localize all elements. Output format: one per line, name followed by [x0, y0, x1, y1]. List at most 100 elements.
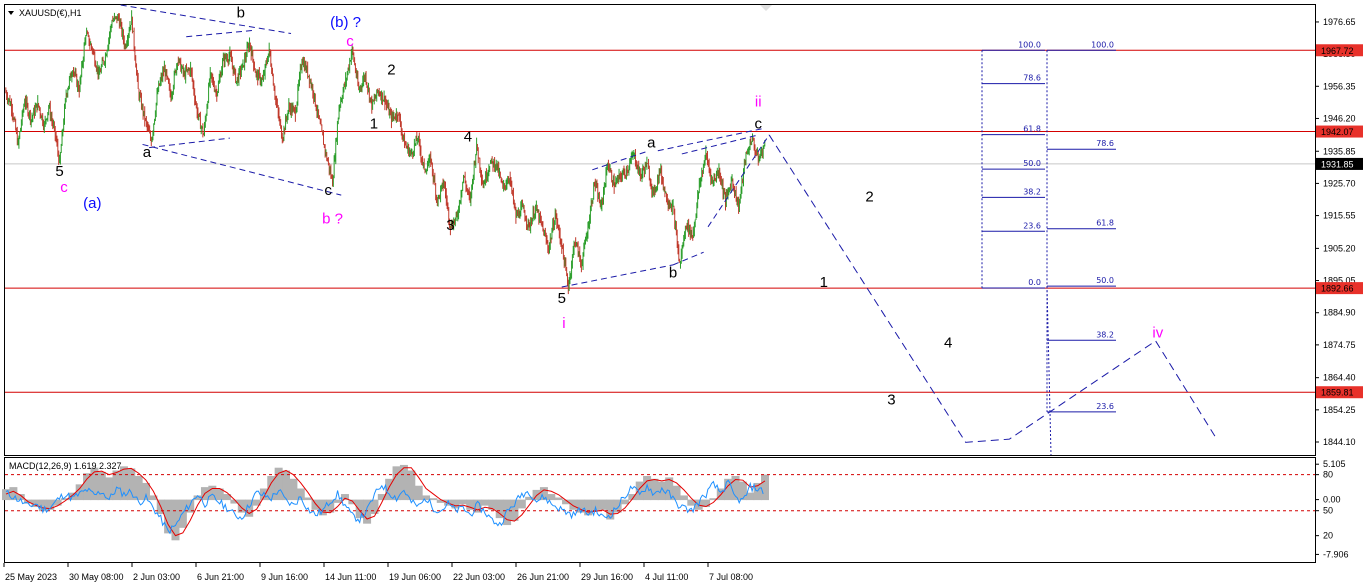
trend-line[interactable]	[142, 143, 342, 196]
macd-histogram-bar	[635, 481, 644, 501]
fib-level-label: 23.6	[1096, 402, 1114, 411]
wave-label: b ?	[322, 211, 343, 228]
wave-label: ii	[755, 93, 762, 110]
macd-histogram-bar	[554, 497, 563, 501]
projection-path[interactable]	[768, 134, 1218, 443]
macd-histogram-bar	[296, 488, 305, 501]
macd-histogram-bar	[569, 499, 578, 510]
chart-canvas: 100.0 78.6 61.8 50.0 38.2 23.6 0.0 100.0 78.6 61…	[2, 4, 1363, 582]
macd-histogram-bar	[429, 498, 438, 501]
trend-line[interactable]	[592, 150, 650, 171]
macd-y-tick-label: 0.00	[1323, 495, 1341, 505]
wave-projection-line[interactable]	[768, 134, 1218, 443]
macd-histogram-bar	[414, 485, 423, 501]
level-price-tag-label: 1942.07	[1321, 127, 1354, 137]
macd-axis[interactable]: 5.10580 0.0050 20 -7.906	[1315, 459, 1349, 559]
x-tick-label: 29 Jun 16:00	[581, 572, 633, 582]
x-tick-label: 26 Jun 21:00	[517, 572, 569, 582]
y-tick-label: 1956.35	[1323, 81, 1356, 91]
level-price-tag-label: 1859.81	[1321, 388, 1354, 398]
current-price-tag-label: 1931.85	[1321, 159, 1354, 169]
time-axis[interactable]: 25 May 2023 30 May 08:00 2 Jun 03:00 6 Jun …	[3, 563, 753, 582]
triangle-down-icon[interactable]	[8, 11, 14, 15]
macd-histogram-bar	[422, 495, 431, 501]
wave-label: (b) ?	[330, 14, 361, 31]
macd-histogram-bar	[333, 499, 342, 503]
wave-label: 5	[558, 290, 566, 307]
x-tick-label: 6 Jun 21:00	[197, 572, 244, 582]
macd-indicator	[2, 464, 1315, 541]
symbol-header[interactable]: XAUUSD(€),H1	[8, 8, 82, 18]
macd-histogram-bar	[657, 481, 666, 501]
fib-level-label: 100.0	[1018, 40, 1041, 49]
wave-label: c	[755, 116, 763, 133]
macd-histogram-bar	[761, 474, 769, 501]
macd-y-tick-label: 50	[1323, 506, 1333, 516]
wave-label: i	[562, 315, 565, 332]
macd-histogram-bar	[598, 499, 607, 510]
trend-line[interactable]	[120, 4, 292, 35]
symbol-title: XAUUSD(€),H1	[19, 8, 82, 18]
macd-histogram-bar	[311, 499, 320, 510]
wave-label: 1	[370, 116, 378, 133]
x-tick-label: 22 Jun 03:00	[453, 572, 505, 582]
shift-marker-icon[interactable]	[760, 5, 772, 11]
wave-labels[interactable]: 5c(a)ab(b) ?ccb ?2143aiicb5i2143iv	[55, 5, 1163, 409]
wave-label: c	[346, 33, 354, 50]
fib-level-label: 38.2	[1096, 330, 1114, 339]
macd-histogram-bar	[643, 476, 652, 501]
macd-panel-frame	[4, 457, 1316, 563]
macd-histogram-bar	[738, 481, 747, 501]
macd-histogram-bar	[503, 499, 512, 526]
macd-histogram-bar	[679, 495, 688, 501]
macd-histogram-bar	[83, 473, 92, 501]
wave-label: c	[60, 179, 68, 196]
x-tick-label: 2 Jun 03:00	[133, 572, 180, 582]
y-tick-label: 1854.25	[1323, 405, 1356, 415]
fib-level-label: 100.0	[1091, 40, 1114, 49]
fib-retracement-2[interactable]: 100.0 78.6 61.8 50.0 38.2 23.6	[1046, 40, 1116, 456]
fib-level-label: 23.6	[1023, 221, 1041, 230]
macd-histogram-bar	[547, 494, 556, 501]
macd-histogram-bar	[517, 499, 526, 509]
y-tick-label: 1864.40	[1323, 373, 1356, 383]
macd-histogram-bar	[90, 467, 99, 501]
wave-label: 4	[464, 128, 472, 145]
x-tick-label: 19 Jun 06:00	[389, 572, 441, 582]
x-tick-label: 25 May 2023	[5, 572, 57, 582]
y-tick-label: 1844.10	[1323, 437, 1356, 447]
macd-y-tick-label: 20	[1323, 531, 1333, 541]
fib-level-label: 61.8	[1023, 125, 1041, 134]
level-price-tag-label: 1967.72	[1321, 46, 1354, 56]
macd-histogram-bar	[127, 468, 136, 501]
x-tick-label: 9 Jun 16:00	[261, 572, 308, 582]
macd-histogram-bar	[259, 488, 268, 501]
macd-histogram-bar	[458, 499, 467, 505]
fib-level-label: 0.0	[1028, 278, 1041, 287]
fib-level-label: 50.0	[1023, 159, 1041, 168]
horizontal-levels[interactable]	[5, 49, 1315, 393]
macd-histogram-bar	[620, 499, 629, 505]
fib-level-label: 78.6	[1023, 74, 1041, 83]
x-tick-label: 7 Jul 08:00	[709, 572, 753, 582]
y-tick-label: 1925.70	[1323, 178, 1356, 188]
y-tick-label: 1884.90	[1323, 308, 1356, 318]
macd-histogram-bar	[650, 478, 659, 501]
price-series	[5, 10, 766, 295]
y-tick-label: 1915.55	[1323, 211, 1356, 221]
macd-y-tick-label: 5.105	[1323, 459, 1346, 469]
wave-label: (a)	[83, 195, 101, 212]
wave-label: 2	[865, 188, 873, 205]
trend-lines[interactable]	[120, 4, 770, 288]
x-tick-label: 14 Jun 11:00	[325, 572, 376, 582]
trend-line[interactable]	[149, 137, 230, 149]
wave-label: 2	[387, 62, 395, 79]
macd-histogram-bar	[289, 478, 298, 501]
fib-anchor-extension[interactable]	[1046, 286, 1052, 456]
trend-line[interactable]	[186, 29, 254, 38]
macd-histogram-bar	[105, 477, 114, 501]
macd-histogram-bar	[480, 499, 489, 506]
trend-line[interactable]	[561, 264, 674, 288]
price-axis[interactable]: 1976.651966.501956.351946.201935.851925.…	[1315, 17, 1356, 447]
level-price-tag-label: 1892.66	[1321, 284, 1354, 294]
